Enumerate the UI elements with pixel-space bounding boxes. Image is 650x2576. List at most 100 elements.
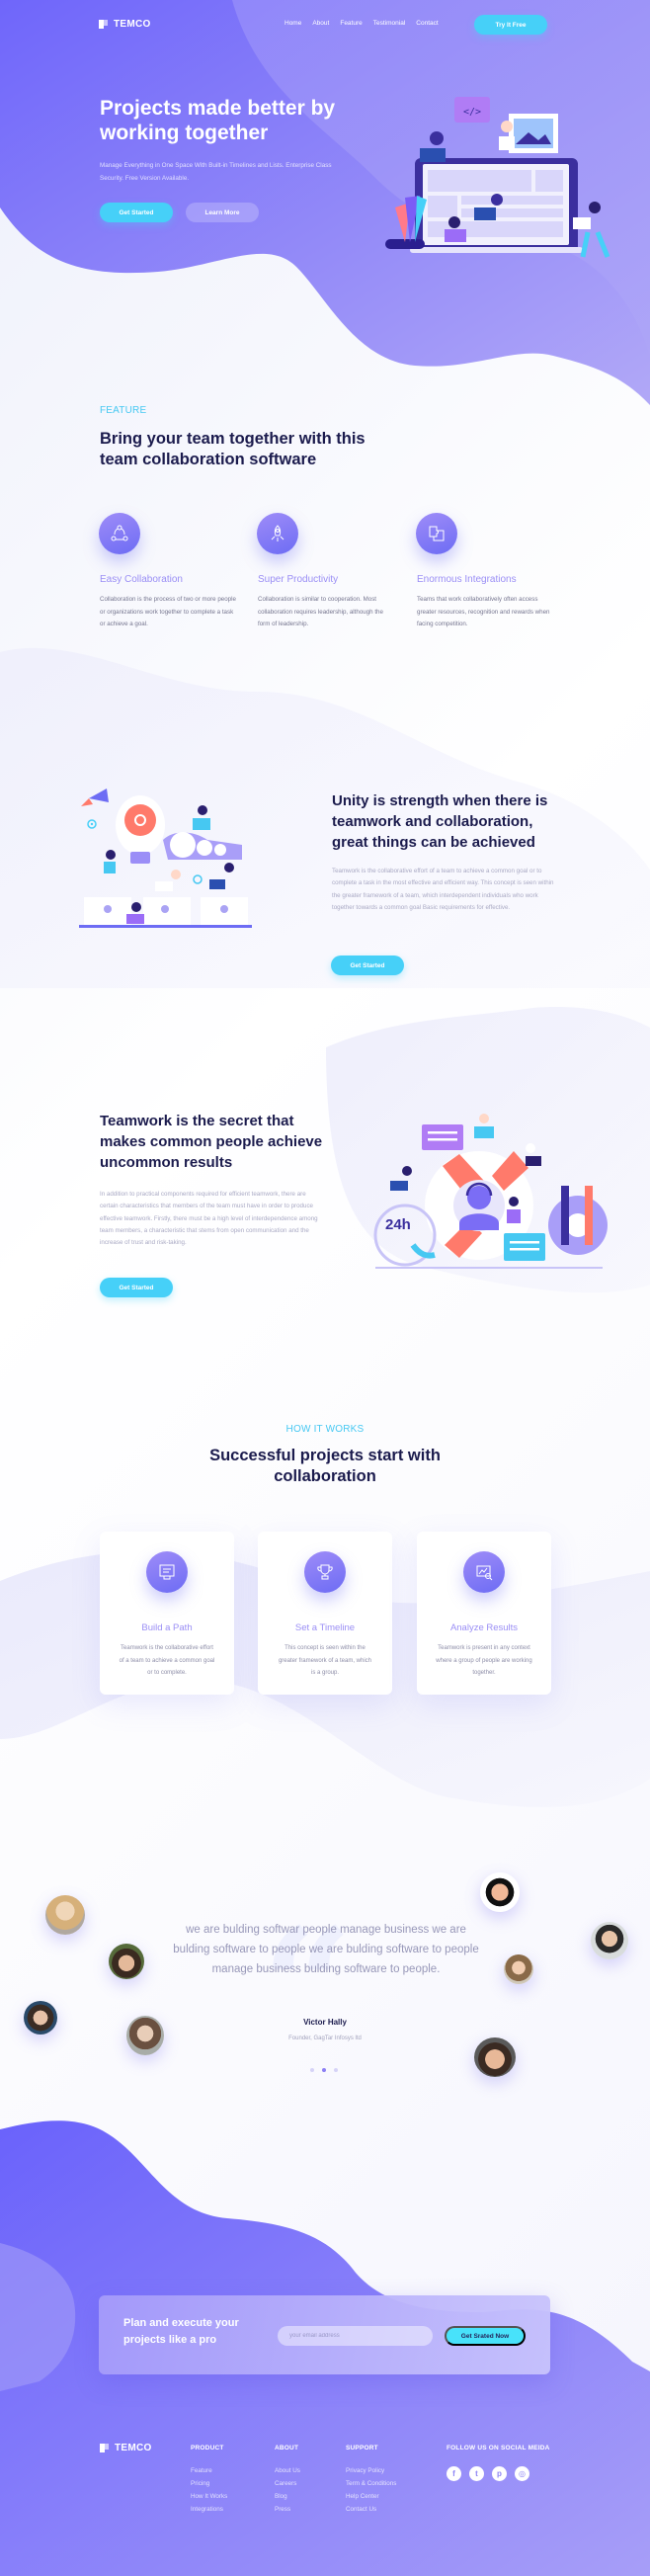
background-shapes [0,0,650,2576]
slide-dot-3[interactable] [334,2068,338,2072]
social-links: f t p ◎ [447,2466,529,2481]
footer-link-blog[interactable]: Blog [275,2493,300,2500]
avatar-reviewer-4[interactable] [126,2016,164,2055]
footer-link-contact-us[interactable]: Contact Us [346,2506,396,2513]
footer-link-about-us[interactable]: About Us [275,2467,300,2474]
card-text: Teamwork is present in any context where… [436,1645,532,1676]
footer-link-press[interactable]: Press [275,2506,300,2513]
avatar-reviewer-1[interactable] [45,1895,85,1935]
logo-icon [99,20,108,29]
nav-link-about[interactable]: About [312,20,329,27]
testimonial-role: Founder, GagTar Infosys ltd [288,2036,362,2041]
feature-text-super-productivity: Collaboration is similar to cooperation.… [258,596,383,627]
top-navigation: TEMCO Home About Feature Testimonial Con… [0,0,650,49]
footer-link-feature[interactable]: Feature [191,2467,227,2474]
how-card-analyze-results: Analyze Results Teamwork is present in a… [417,1532,551,1695]
footer-link-integrations[interactable]: Integrations [191,2506,227,2513]
slide-dot-2[interactable] [322,2068,326,2072]
footer-link-terms[interactable]: Term & Conditions [346,2480,396,2487]
try-free-button[interactable]: Try It Free [474,15,547,35]
laptop-base [410,247,583,253]
footer-list-product: Feature Pricing How It Works Integration… [191,2467,227,2513]
nav-links: Home About Feature Testimonial Contact [284,20,439,27]
footer-heading-support: SUPPORT [346,2445,378,2451]
unity-text: Teamwork is the collaborative effort of … [332,868,554,911]
footer-logo[interactable]: TEMCO [100,2443,152,2453]
feature-title: Bring your team together with this team … [100,430,366,468]
email-input[interactable] [278,2326,433,2346]
svg-text:</>: </> [463,107,481,118]
landing-page: TEMCO Home About Feature Testimonial Con… [0,0,650,2576]
feature-title-easy-collaboration: Easy Collaboration [100,574,183,585]
how-card-build-a-path: Build a Path Teamwork is the collaborati… [100,1532,234,1695]
hero-illustration: </> [385,97,610,258]
footer-list-support: Privacy Policy Term & Conditions Help Ce… [346,2467,396,2513]
facebook-icon[interactable]: f [447,2466,461,2481]
unity-title: Unity is strength when there is teamwork… [332,792,548,851]
collaboration-icon [99,513,140,554]
avatar-reviewer-5[interactable] [480,1872,520,1912]
footer-heading-product: PRODUCT [191,2445,224,2451]
footer-link-privacy-policy[interactable]: Privacy Policy [346,2467,396,2474]
card-text: Teamwork is the collaborative effort of … [119,1645,215,1676]
puzzle-icon [416,513,457,554]
unity-illustration [79,789,252,928]
hero-learn-more-button[interactable]: Learn More [186,203,259,222]
how-it-works-title: Successful projects start with collabora… [209,1447,441,1485]
logo-text: TEMCO [115,2443,152,2453]
testimonial-pagination [310,2068,338,2072]
rocket-icon [257,513,298,554]
hero-title: Projects made better by working together [100,97,336,144]
testimonial-author: Victor Hally [303,2018,347,2027]
avatar-reviewer-8[interactable] [474,2037,516,2077]
support-illustration: 24h [373,1114,608,1269]
unity-get-started-button[interactable]: Get Started [331,956,404,975]
get-started-now-button[interactable]: Get Srated Now [445,2326,526,2346]
nav-link-home[interactable]: Home [284,20,301,27]
footer-link-careers[interactable]: Careers [275,2480,300,2487]
path-board-icon [146,1551,188,1593]
teamwork-get-started-button[interactable]: Get Started [100,1278,173,1297]
nav-link-feature[interactable]: Feature [340,20,362,27]
how-card-set-a-timeline: Set a Timeline This concept is seen with… [258,1532,392,1695]
logo[interactable]: TEMCO [99,19,151,30]
slide-dot-1[interactable] [310,2068,314,2072]
teamwork-text: In addition to practical components requ… [100,1191,318,1247]
avatar-reviewer-7[interactable] [504,1954,533,1984]
newsletter-cta: Plan and execute your projects like a pr… [99,2295,550,2374]
cta-title: Plan and execute your projects like a pr… [123,2317,239,2346]
instagram-icon[interactable]: ◎ [515,2466,529,2481]
feature-eyebrow: FEATURE [100,405,147,416]
teamwork-title: Teamwork is the secret that makes common… [100,1113,323,1171]
card-title: Analyze Results [449,1622,519,1633]
hero-subtitle: Manage Everything in One Space With Buil… [100,162,332,182]
avatar-reviewer-3[interactable] [24,2001,57,2035]
pinterest-icon[interactable]: p [492,2466,507,2481]
card-text: This concept is seen within the greater … [278,1645,372,1676]
feature-text-easy-collaboration: Collaboration is the process of two or m… [100,596,236,627]
how-it-works-eyebrow: HOW IT WORKS [285,1424,365,1435]
footer-heading-social: FOLLOW US ON SOCIAL MEIDA [447,2445,550,2451]
testimonial-quote: we are bulding softwar people manage bus… [173,1924,479,1975]
hero-get-started-button[interactable]: Get Started [100,203,173,222]
logo-text: TEMCO [114,19,151,30]
feature-title-super-productivity: Super Productivity [258,574,339,585]
card-title: Build a Path [141,1622,193,1633]
footer-list-about: About Us Careers Blog Press [275,2467,300,2513]
card-title: Set a Timeline [294,1622,356,1633]
nav-link-testimonial[interactable]: Testimonial [373,20,406,27]
avatar-reviewer-2[interactable] [109,1944,144,1979]
avatar-reviewer-6[interactable] [591,1922,628,1959]
feature-text-enormous-integrations: Teams that work collaboratively often ac… [417,596,550,627]
twitter-icon[interactable]: t [469,2466,484,2481]
feature-title-enormous-integrations: Enormous Integrations [417,574,517,585]
24h-badge: 24h [385,1216,411,1233]
footer-link-how-it-works[interactable]: How It Works [191,2493,227,2500]
analytics-icon [463,1551,505,1593]
logo-icon [100,2444,109,2452]
nav-link-contact[interactable]: Contact [416,20,438,27]
trophy-icon [304,1551,346,1593]
footer-link-pricing[interactable]: Pricing [191,2480,227,2487]
footer-heading-about: ABOUT [275,2445,299,2451]
footer-link-help-center[interactable]: Help Center [346,2493,396,2500]
